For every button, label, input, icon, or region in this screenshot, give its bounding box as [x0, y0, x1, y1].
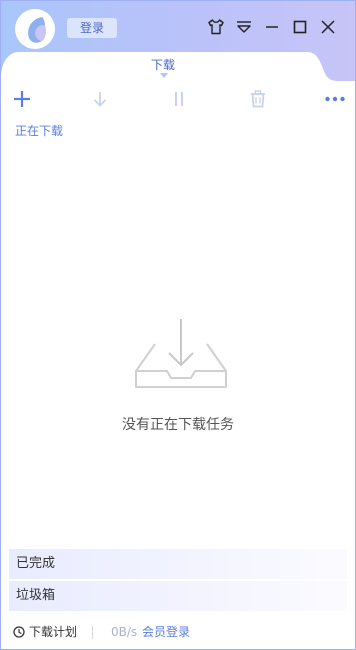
download-icon[interactable]	[89, 88, 111, 110]
skin-icon[interactable]	[205, 16, 227, 38]
clock-icon	[13, 626, 25, 638]
delete-icon[interactable]	[247, 88, 269, 110]
downloading-section-title: 正在下载	[15, 124, 64, 138]
pause-icon[interactable]	[168, 88, 190, 110]
menu-icon[interactable]	[233, 16, 255, 38]
completed-section[interactable]: 已完成	[9, 549, 347, 579]
tab-caret-icon	[160, 73, 168, 78]
app-logo	[15, 9, 55, 49]
member-login-link[interactable]: 会员登录	[142, 619, 190, 645]
empty-inbox-icon	[135, 319, 227, 388]
status-bar: 下载计划 0B/s 会员登录	[1, 619, 355, 645]
footer-divider	[92, 626, 93, 639]
more-icon[interactable]	[324, 88, 346, 110]
trash-section[interactable]: 垃圾箱	[9, 581, 347, 611]
download-window: 登录 下载 正在下载 没有正在下载任务 已完成 垃圾箱 下载计划 0B/s 会员…	[0, 0, 356, 650]
download-speed: 0B/s	[111, 625, 138, 639]
login-button[interactable]: 登录	[67, 18, 117, 38]
download-plan-label: 下载计划	[29, 625, 78, 639]
add-icon[interactable]	[11, 88, 33, 110]
empty-state-text: 没有正在下载任务	[122, 417, 234, 433]
maximize-icon[interactable]	[289, 16, 311, 38]
close-icon[interactable]	[317, 16, 339, 38]
tab-download[interactable]: 下载	[1, 56, 325, 73]
minimize-icon[interactable]	[261, 16, 283, 38]
